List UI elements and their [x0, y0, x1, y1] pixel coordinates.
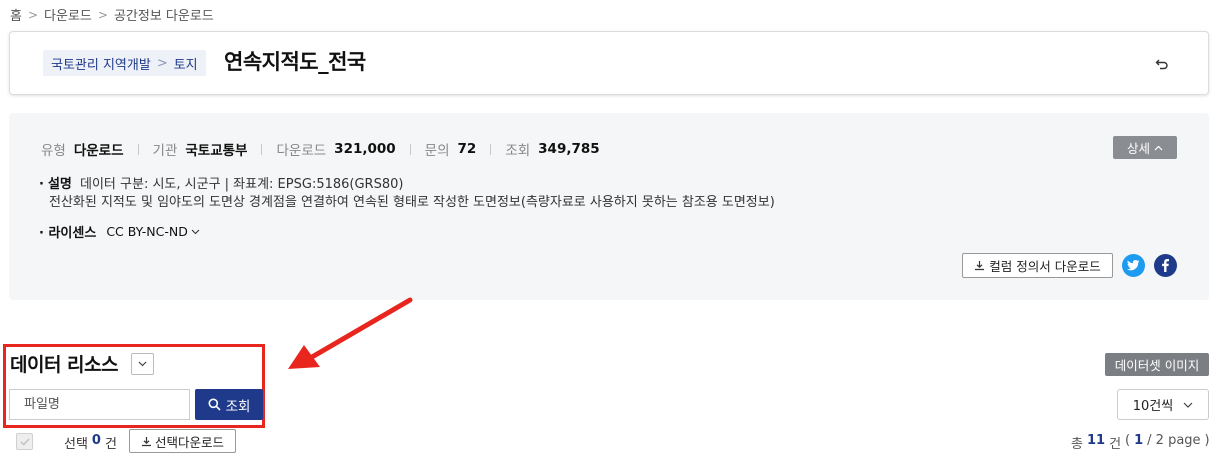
chevron-down-icon [138, 361, 147, 367]
total-count: 총 11 건 ( 1 / 2 page ) [1071, 433, 1210, 452]
facebook-share-icon[interactable] [1154, 254, 1177, 277]
selection-suffix: 건 [104, 437, 117, 452]
breadcrumb-spatial-download[interactable]: 공간정보 다운로드 [114, 5, 214, 24]
search-button[interactable]: 조회 [195, 389, 263, 420]
detail-button-label: 상세 [1126, 141, 1150, 156]
meta-inquiry-value: 72 [457, 141, 477, 157]
total-close: ) [1204, 433, 1210, 448]
meta-type-value: 다운로드 [73, 143, 124, 159]
total-unit: 건 [1109, 437, 1122, 452]
column-definition-download-button[interactable]: 컬럼 정의서 다운로드 [962, 253, 1113, 278]
search-icon [208, 398, 221, 411]
chevron-down-icon [191, 229, 200, 234]
description-bullet: · [39, 177, 44, 192]
breadcrumb: 홈 > 다운로드 > 공간정보 다운로드 [10, 5, 214, 25]
file-name-search-input[interactable] [9, 389, 190, 420]
license-label: 라이센스 [48, 226, 97, 241]
meta-row: 유형 다운로드 기관 국토교통부 다운로드 321,000 문의 72 조회 3… [41, 139, 600, 159]
dataset-image-button[interactable]: 데이터셋 이미지 [1105, 353, 1209, 376]
page-size-select[interactable]: 10건씩 [1117, 389, 1209, 420]
meta-org-value: 국토교통부 [185, 143, 248, 159]
check-icon [19, 437, 30, 446]
total-open: ( [1125, 433, 1131, 448]
meta-type-label: 유형 [41, 143, 66, 159]
breadcrumb-download[interactable]: 다운로드 [44, 5, 92, 24]
selected-download-label: 선택다운로드 [154, 434, 224, 450]
description-line1: 데이터 구분: 시도, 시군구 | 좌표계: EPSG:5186(GRS80) [80, 177, 404, 192]
selection-count: 선택 0 건 [64, 433, 117, 452]
total-pages: / 2 page [1147, 433, 1201, 448]
back-icon[interactable] [1150, 52, 1174, 76]
page-title: 연속지적도_전국 [224, 50, 366, 74]
title-card: 국토관리 지역개발 > 토지 연속지적도_전국 [9, 31, 1209, 95]
meta-org-label: 기관 [152, 143, 178, 159]
column-download-label: 컬럼 정의서 다운로드 [989, 259, 1101, 274]
detail-toggle-button[interactable]: 상세 [1113, 136, 1177, 159]
chevron-up-icon [1154, 145, 1163, 150]
meta-view-label: 조회 [505, 143, 531, 159]
chevron-right-icon: > [97, 7, 108, 22]
chevron-right-icon: > [156, 55, 168, 71]
page-size-value: 10건씩 [1132, 399, 1174, 414]
total-prefix: 총 [1071, 437, 1083, 452]
license-dropdown[interactable]: CC BY-NC-ND [106, 224, 200, 239]
category-secondary: 토지 [173, 57, 198, 73]
meta-download-label: 다운로드 [276, 143, 327, 159]
chevron-right-icon: > [27, 7, 39, 22]
license-label-wrap: · 라이센스 [39, 222, 96, 241]
selection-count-value: 0 [91, 433, 101, 448]
selection-prefix: 선택 [64, 437, 88, 452]
info-panel: 유형 다운로드 기관 국토교통부 다운로드 321,000 문의 72 조회 3… [9, 113, 1209, 300]
divider [137, 143, 139, 155]
description-label: 설명 [47, 177, 72, 192]
current-page: 1 [1134, 433, 1144, 448]
divider [490, 143, 492, 155]
description-block: · 설명 데이터 구분: 시도, 시군구 | 좌표계: EPSG:5186(GRS… [39, 176, 775, 212]
annotation-arrow-icon [288, 297, 413, 369]
select-all-checkbox[interactable] [16, 433, 33, 450]
search-button-label: 조회 [225, 398, 251, 415]
meta-view-value: 349,785 [538, 141, 600, 157]
meta-inquiry-label: 문의 [424, 143, 450, 159]
license-row: · 라이센스 CC BY-NC-ND [39, 222, 200, 241]
description-line2: 전산화된 지적도 및 임야도의 도면상 경계점을 연결하여 연속된 형태로 작성… [49, 195, 775, 210]
resource-toggle-button[interactable] [131, 353, 154, 375]
category-badge: 국토관리 지역개발 > 토지 [43, 50, 206, 76]
resource-title: 데이터 리소스 [10, 354, 119, 376]
license-value: CC BY-NC-ND [106, 224, 188, 239]
download-icon [975, 261, 985, 271]
breadcrumb-home[interactable]: 홈 [10, 5, 22, 24]
category-primary: 국토관리 지역개발 [51, 57, 151, 73]
total-count-value: 11 [1086, 433, 1106, 448]
divider [261, 143, 263, 155]
divider [409, 143, 411, 155]
chevron-down-icon [1183, 402, 1193, 408]
selected-download-button[interactable]: 선택다운로드 [129, 429, 236, 453]
twitter-share-icon[interactable] [1122, 254, 1145, 277]
download-icon [141, 436, 151, 446]
meta-download-value: 321,000 [334, 141, 396, 157]
